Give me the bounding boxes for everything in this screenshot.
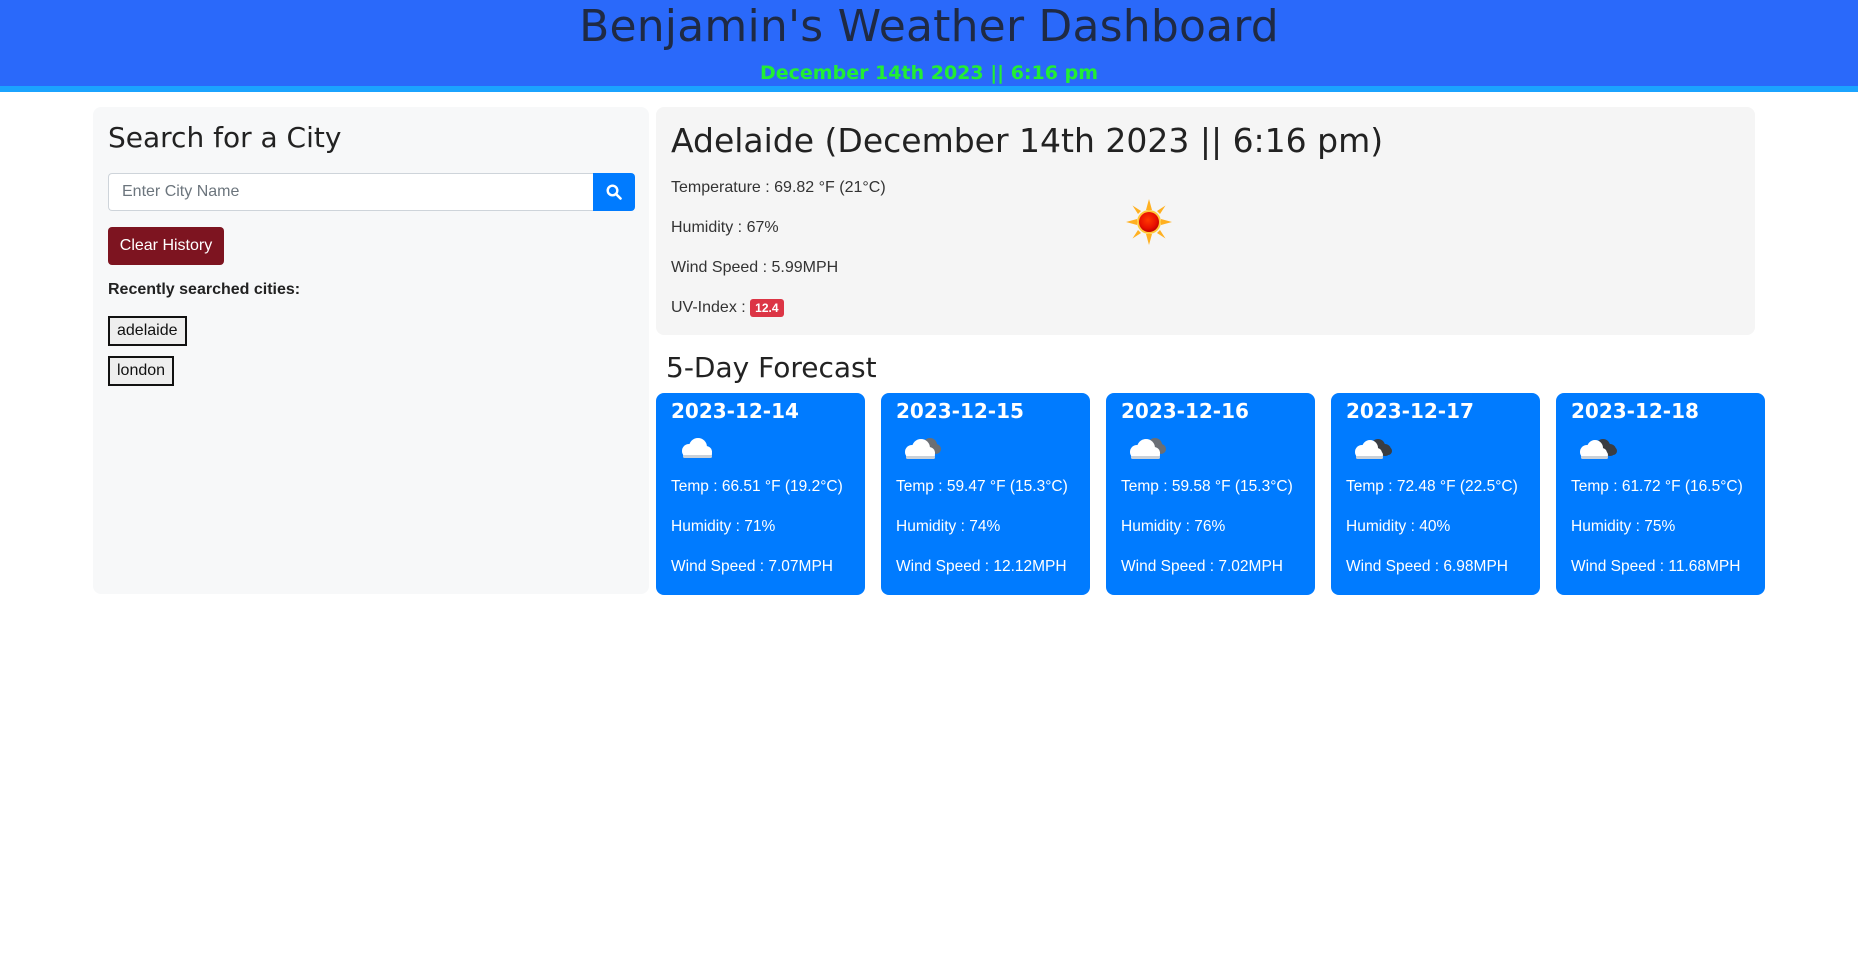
current-weather-panel: Adelaide (December 14th 2023 || 6:16 pm)… (656, 107, 1755, 335)
forecast-humidity: Humidity : 76% (1121, 518, 1226, 535)
forecast-card: 2023-12-16 Temp : 59.58 °F (15.3°C) Humi… (1106, 393, 1315, 595)
city-button-london[interactable]: london (108, 356, 175, 386)
sun-icon (1126, 199, 1172, 245)
forecast-card: 2023-12-17 Temp : 72.48 °F (22.5°C) Humi… (1331, 393, 1540, 595)
current-wind-speed: Wind Speed : 5.99MPH (671, 259, 839, 276)
forecast-wind-speed: Wind Speed : 6.98MPH (1346, 558, 1508, 575)
forecast-date: 2023-12-15 (896, 399, 1024, 423)
forecast-temp: Temp : 61.72 °F (16.5°C) (1571, 478, 1743, 495)
forecast-wind-speed: Wind Speed : 7.02MPH (1121, 558, 1283, 575)
forecast-wind-speed: Wind Speed : 7.07MPH (671, 558, 833, 575)
cloud-icon (682, 438, 712, 458)
current-temperature: Temperature : 69.82 °F (21°C) (671, 179, 886, 196)
search-sidebar: Search for a City Clear History Recently… (93, 107, 649, 594)
uv-index-badge: 12.4 (750, 299, 784, 317)
forecast-card: 2023-12-15 Temp : 59.47 °F (15.3°C) Humi… (881, 393, 1090, 595)
header: Benjamin's Weather Dashboard December 14… (0, 0, 1858, 92)
uv-index-label: UV-Index : (671, 299, 746, 317)
dark-cloud-icon (1580, 439, 1617, 459)
forecast-temp: Temp : 72.48 °F (22.5°C) (1346, 478, 1518, 495)
search-bar (108, 173, 635, 211)
forecast-card: 2023-12-14 Temp : 66.51 °F (19.2°C) Humi… (656, 393, 865, 595)
current-humidity: Humidity : 67% (671, 219, 779, 236)
forecast-humidity: Humidity : 40% (1346, 518, 1451, 535)
forecast-humidity: Humidity : 75% (1571, 518, 1676, 535)
forecast-title: 5-Day Forecast (666, 351, 877, 384)
city-button-adelaide[interactable]: adelaide (108, 316, 187, 346)
forecast-date: 2023-12-17 (1346, 399, 1474, 423)
clear-history-button[interactable]: Clear History (108, 227, 224, 265)
forecast-temp: Temp : 59.58 °F (15.3°C) (1121, 478, 1293, 495)
search-heading: Search for a City (108, 121, 342, 154)
current-uv-index: UV-Index : 12.4 (671, 299, 784, 317)
recent-cities-label: Recently searched cities: (108, 281, 301, 298)
forecast-humidity: Humidity : 71% (671, 518, 776, 535)
forecast-wind-speed: Wind Speed : 11.68MPH (1571, 558, 1741, 575)
city-search-input[interactable] (108, 173, 593, 211)
dark-cloud-icon (1355, 439, 1392, 459)
forecast-wind-speed: Wind Speed : 12.12MPH (896, 558, 1067, 575)
search-button[interactable] (593, 173, 635, 211)
forecast-card: 2023-12-18 Temp : 61.72 °F (16.5°C) Humi… (1556, 393, 1765, 595)
forecast-date: 2023-12-16 (1121, 399, 1249, 423)
cloudy-icon (1130, 438, 1166, 459)
forecast-temp: Temp : 59.47 °F (15.3°C) (896, 478, 1068, 495)
page-title: Benjamin's Weather Dashboard (579, 1, 1279, 52)
search-icon (606, 184, 622, 200)
cloudy-icon (905, 438, 941, 459)
forecast-date: 2023-12-14 (671, 399, 799, 423)
current-city-heading: Adelaide (December 14th 2023 || 6:16 pm) (671, 121, 1384, 160)
forecast-date: 2023-12-18 (1571, 399, 1699, 423)
forecast-temp: Temp : 66.51 °F (19.2°C) (671, 478, 843, 495)
header-datetime: December 14th 2023 || 6:16 pm (759, 62, 1098, 84)
forecast-humidity: Humidity : 74% (896, 518, 1001, 535)
